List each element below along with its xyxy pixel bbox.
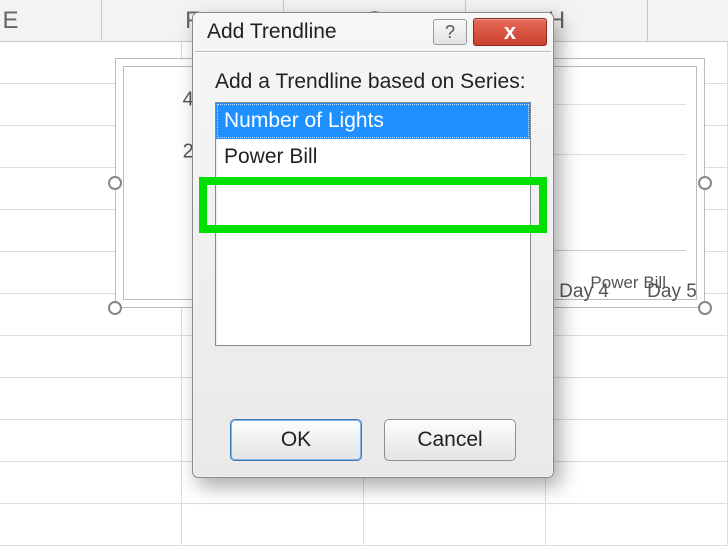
series-list-item[interactable]: Power Bill (216, 139, 530, 175)
help-icon: ? (445, 22, 455, 43)
series-listbox[interactable]: Number of LightsPower Bill (215, 102, 531, 346)
close-button[interactable]: x (473, 18, 547, 46)
dialog-title: Add Trendline (207, 20, 433, 44)
column-header[interactable]: I (648, 0, 728, 41)
dialog-titlebar[interactable]: Add Trendline ? x (193, 13, 553, 51)
add-trendline-dialog: Add Trendline ? x Add a Trendline based … (192, 12, 554, 478)
cancel-button[interactable]: Cancel (384, 419, 516, 461)
resize-handle-left[interactable] (108, 176, 122, 190)
chart-legend-item: Power Bill (590, 273, 666, 293)
legend-label: Power Bill (590, 273, 666, 292)
dialog-prompt: Add a Trendline based on Series: (215, 70, 531, 94)
close-icon: x (504, 19, 516, 45)
resize-handle-right[interactable] (698, 176, 712, 190)
resize-handle-bottom-right[interactable] (698, 301, 712, 315)
help-button[interactable]: ? (433, 19, 467, 45)
series-list-item[interactable]: Number of Lights (216, 103, 530, 139)
ok-button[interactable]: OK (230, 419, 362, 461)
column-header[interactable]: E (0, 0, 102, 41)
resize-handle-bottom-left[interactable] (108, 301, 122, 315)
